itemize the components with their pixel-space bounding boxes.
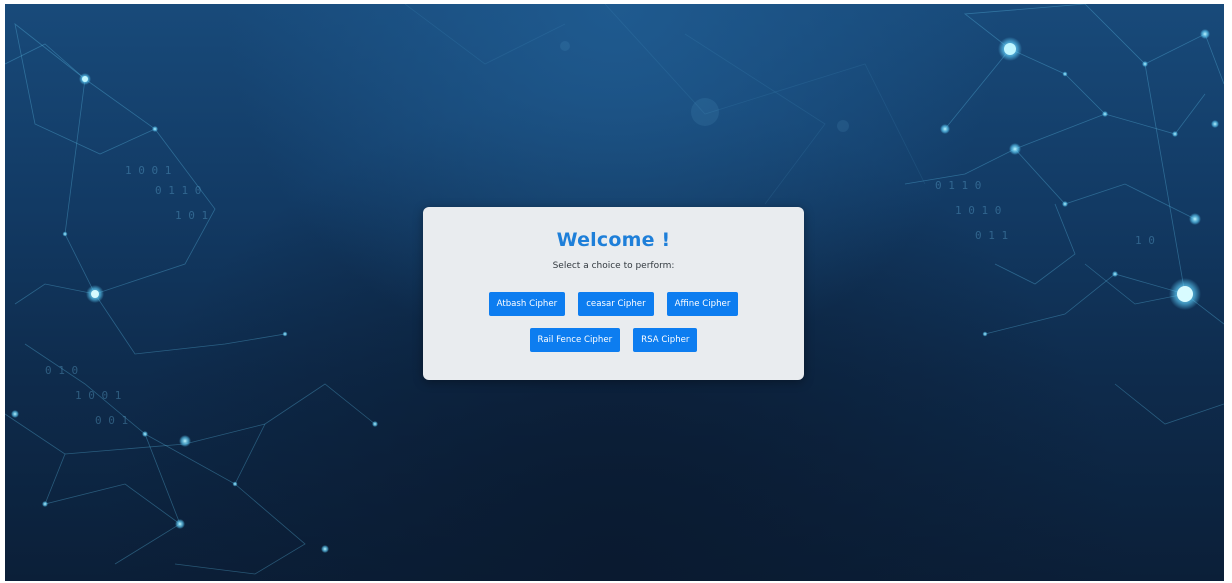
cipher-button-row-2: Rail Fence Cipher RSA Cipher [423, 328, 804, 352]
svg-text:0 1 1 0: 0 1 1 0 [935, 179, 981, 192]
welcome-subtitle: Select a choice to perform: [552, 261, 675, 271]
svg-text:0 1 0: 0 1 0 [45, 364, 78, 377]
affine-cipher-button[interactable]: Affine Cipher [666, 292, 739, 316]
svg-text:1 0 1: 1 0 1 [175, 209, 208, 222]
atbash-cipher-button[interactable]: Atbash Cipher [488, 292, 566, 316]
svg-text:1 0 0 1: 1 0 0 1 [75, 389, 121, 402]
welcome-title: Welcome ! [556, 229, 671, 251]
rsa-cipher-button[interactable]: RSA Cipher [633, 328, 698, 352]
ceasar-cipher-button[interactable]: ceasar Cipher [578, 292, 654, 316]
rail-fence-cipher-button[interactable]: Rail Fence Cipher [529, 328, 621, 352]
cipher-button-row-1: Atbash Cipher ceasar Cipher Affine Ciphe… [423, 292, 804, 316]
svg-text:0 1 1: 0 1 1 [975, 229, 1008, 242]
welcome-card: Welcome ! Select a choice to perform: At… [423, 207, 804, 380]
page-background: 1 0 0 1 0 1 1 0 1 0 1 0 1 0 1 0 0 1 0 0 … [5, 4, 1224, 581]
svg-text:0 0 1: 0 0 1 [95, 414, 128, 427]
svg-text:0 1 1 0: 0 1 1 0 [155, 184, 201, 197]
svg-text:1 0 1 0: 1 0 1 0 [955, 204, 1001, 217]
svg-text:1 0: 1 0 [1135, 234, 1155, 247]
svg-text:1 0 0 1: 1 0 0 1 [125, 164, 171, 177]
